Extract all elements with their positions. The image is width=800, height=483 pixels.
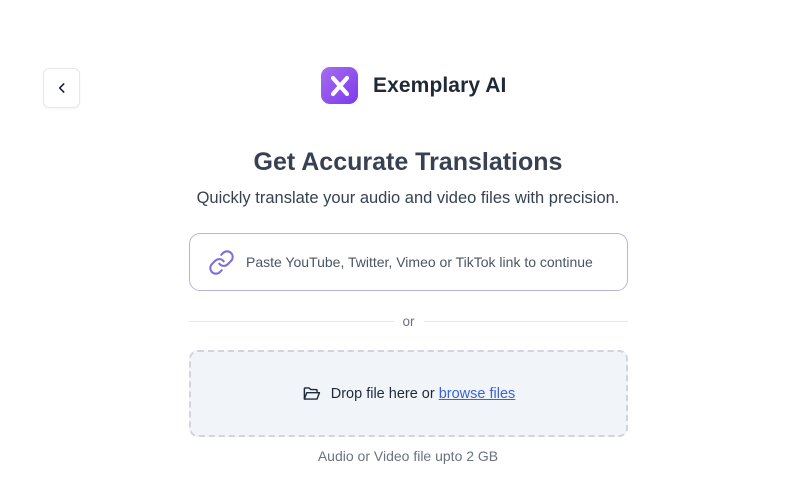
back-button[interactable] [43,68,80,108]
file-dropzone[interactable]: Drop file here or browse files [189,350,628,437]
upload-page: Exemplary AI Get Accurate Translations Q… [0,0,800,483]
chevron-left-icon [58,83,65,93]
file-size-note: Audio or Video file upto 2 GB [317,448,499,464]
dropzone-text: Drop file here or [330,385,435,402]
link-icon [209,249,234,275]
divider-label: or [402,313,415,329]
page-subtitle: Quickly translate your audio and video f… [196,189,620,207]
browse-files-link[interactable]: browse files [439,386,516,402]
or-divider: or [189,312,629,330]
folder-open-icon [303,387,320,400]
divider-line-left [189,320,394,322]
x-logo-icon [321,67,358,104]
brand: Exemplary AI [321,67,507,104]
link-input-box[interactable] [189,233,628,291]
brand-name: Exemplary AI [373,73,507,97]
divider-line-right [423,320,629,322]
page-title: Get Accurate Translations [253,148,563,176]
link-input[interactable] [246,254,616,270]
